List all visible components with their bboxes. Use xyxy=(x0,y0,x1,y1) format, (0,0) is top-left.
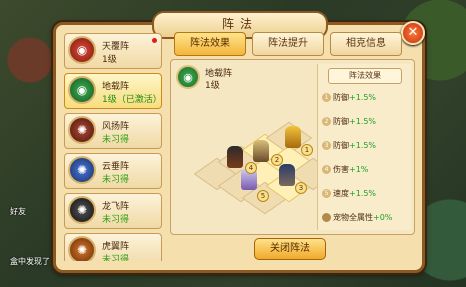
unit-archer[interactable] xyxy=(279,164,295,186)
effect-value: +1.5% xyxy=(349,141,377,150)
formation-item-fengyang[interactable]: ✺ 风扬阵 未习得 xyxy=(64,113,162,149)
slot-number-badge: 3 xyxy=(295,182,307,194)
scene-label[interactable]: 好友 xyxy=(10,206,26,217)
effect-value: +1.5% xyxy=(349,117,377,126)
slot-number-badge: 1 xyxy=(301,144,313,156)
notification-dot-icon xyxy=(152,38,157,43)
formation-name: 风扬阵 xyxy=(102,122,130,132)
effect-label: 速度 xyxy=(333,189,349,198)
formation-status: 未习得 xyxy=(102,215,130,225)
effect-row: 5 速度+1.5% xyxy=(322,188,376,199)
effect-row: 3 防御+1.5% xyxy=(322,140,376,151)
selected-formation-level: 1级 xyxy=(205,81,220,91)
formation-name: 龙飞阵 xyxy=(102,202,130,212)
close-formation-button[interactable]: 关闭阵法 xyxy=(254,238,326,260)
effect-slot-number: 3 xyxy=(322,141,331,150)
formation-emblem-icon: ✺ xyxy=(68,156,96,184)
tab-counter-info[interactable]: 相克信息 xyxy=(330,32,402,56)
slot-number-badge: 2 xyxy=(271,154,283,166)
effect-slot-number: 2 xyxy=(322,117,331,126)
formation-emblem-icon: ◉ xyxy=(68,36,96,64)
formation-item-tianfu[interactable]: ◉ 天覆阵 1级 xyxy=(64,33,162,69)
effect-label: 防御 xyxy=(333,117,349,126)
effect-slot-number: 4 xyxy=(322,165,331,174)
selected-formation-emblem-icon: ◉ xyxy=(176,65,200,89)
formation-emblem-icon: ✺ xyxy=(68,236,96,261)
effect-label: 伤害 xyxy=(333,165,349,174)
formation-item-huyi[interactable]: ✺ 虎翼阵 未习得 xyxy=(64,233,162,261)
formation-emblem-icon: ✺ xyxy=(68,116,96,144)
effect-slot-number: 1 xyxy=(322,93,331,102)
formation-item-longfei[interactable]: ✺ 龙飞阵 未习得 xyxy=(64,193,162,229)
unit-monk[interactable] xyxy=(253,140,269,162)
effect-label: 防御 xyxy=(333,93,349,102)
tab-formation-effect[interactable]: 阵法效果 xyxy=(174,32,246,56)
effect-row: 4 伤害+1% xyxy=(322,164,368,175)
formation-detail-panel: ◉ 地载阵 1级 4 2 1 5 3 阵法效果 1 防御+1.5% 2 防御+1… xyxy=(170,59,415,235)
slot-number-badge: 5 xyxy=(257,190,269,202)
formation-emblem-icon: ◉ xyxy=(68,76,96,104)
unit-leader[interactable] xyxy=(285,126,301,148)
pet-icon xyxy=(322,213,331,222)
effect-label: 宠物全属性 xyxy=(333,213,373,222)
formation-dialog: 阵法 ✕ ◉ 天覆阵 1级 ◉ 地载阵 1级（已激活） ✺ 风扬阵 未习得 ✺ … xyxy=(53,11,425,273)
formation-list: ◉ 天覆阵 1级 ◉ 地载阵 1级（已激活） ✺ 风扬阵 未习得 ✺ 云垂阵 未… xyxy=(64,33,162,261)
formation-item-dizai[interactable]: ◉ 地载阵 1级（已激活） xyxy=(64,73,162,109)
formation-name: 云垂阵 xyxy=(102,162,130,172)
formation-status: 未习得 xyxy=(102,175,130,185)
formation-name: 虎翼阵 xyxy=(102,242,130,252)
effect-label: 防御 xyxy=(333,141,349,150)
formation-name: 地载阵 xyxy=(102,82,130,92)
formation-status: 1级 xyxy=(102,55,117,65)
formation-grid: 4 2 1 5 3 xyxy=(193,120,337,230)
effect-slot-number: 5 xyxy=(322,189,331,198)
formation-item-yunchui[interactable]: ✺ 云垂阵 未习得 xyxy=(64,153,162,189)
formation-effects-panel: 阵法效果 1 防御+1.5% 2 防御+1.5% 3 防御+1.5% 4 伤害+1% 5… xyxy=(317,64,411,230)
slot-number-badge: 4 xyxy=(245,162,257,174)
close-icon[interactable]: ✕ xyxy=(401,21,425,45)
scene-chat-snippet: 盒中发现了 xyxy=(10,257,50,266)
effect-value: +1.5% xyxy=(349,189,377,198)
formation-status: 未习得 xyxy=(102,255,130,261)
formation-status: 未习得 xyxy=(102,135,130,145)
formation-name: 天覆阵 xyxy=(102,42,130,52)
effects-title: 阵法效果 xyxy=(328,68,402,84)
formation-emblem-icon: ✺ xyxy=(68,196,96,224)
effect-value: +0% xyxy=(373,213,393,222)
formation-status: 1级（已激活） xyxy=(102,95,162,105)
effect-value: +1% xyxy=(349,165,369,174)
tab-formation-upgrade[interactable]: 阵法提升 xyxy=(252,32,324,56)
unit-warrior[interactable] xyxy=(227,146,243,168)
effect-row: 宠物全属性+0% xyxy=(322,212,392,223)
effect-value: +1.5% xyxy=(349,93,377,102)
effect-row: 2 防御+1.5% xyxy=(322,116,376,127)
effect-row: 1 防御+1.5% xyxy=(322,92,376,103)
